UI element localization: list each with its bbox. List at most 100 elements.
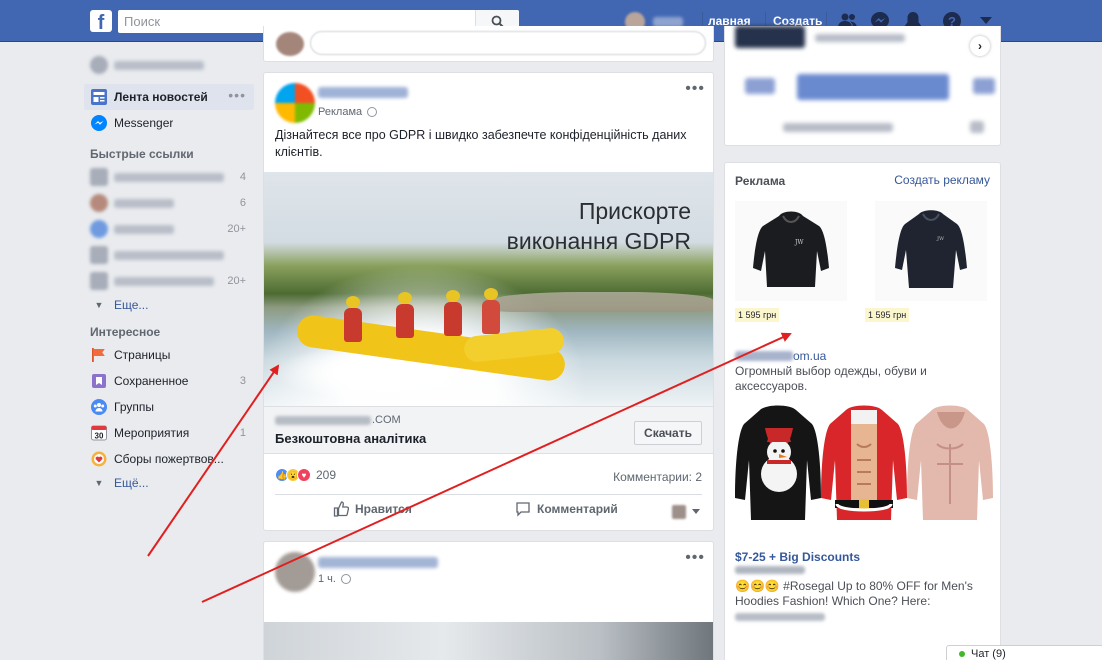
- ad-hoodies-image[interactable]: [735, 404, 993, 534]
- thumbs-up-icon: [333, 501, 349, 517]
- more-link-label: Ещё...: [114, 476, 149, 490]
- svg-text:JW: JW: [936, 236, 945, 242]
- like-button[interactable]: Нравится: [333, 501, 412, 517]
- sidebar-item-groups[interactable]: Группы: [84, 394, 254, 420]
- bookmark-icon: [90, 372, 108, 390]
- ad-domain-link[interactable]: om.ua: [735, 349, 826, 363]
- create-ad-link[interactable]: Создать рекламу: [894, 173, 990, 187]
- product-image[interactable]: JW: [875, 201, 987, 301]
- shortcut-icon: [90, 194, 108, 212]
- post-image[interactable]: [264, 622, 713, 660]
- shortcut-name-blurred: [114, 172, 224, 182]
- link-domain: .COM: [275, 414, 401, 426]
- sidebar-item-label: Лента новостей: [114, 90, 208, 104]
- shortcuts-heading: Быстрые ссылки: [90, 147, 194, 161]
- like-label: Нравится: [355, 502, 412, 516]
- love-reaction-icon: ♥: [297, 468, 311, 482]
- author-name-blurred[interactable]: [318, 557, 438, 568]
- blurred-button[interactable]: [797, 74, 949, 100]
- left-navigation: Лента новостей ••• Messenger Быстрые ссы…: [84, 50, 254, 494]
- download-button[interactable]: Скачать: [634, 421, 702, 445]
- comments-count[interactable]: Комментарии: 2: [613, 470, 702, 484]
- sidebar-item-shortcut[interactable]: 4: [84, 164, 254, 190]
- chevron-down-icon[interactable]: [692, 509, 700, 514]
- sidebar-item-label: Сборы пожертвов...: [114, 452, 224, 466]
- sidebar-item-shortcut[interactable]: 20+: [84, 268, 254, 294]
- shortcut-count: 4: [239, 171, 246, 183]
- blurred-icon: [970, 121, 984, 133]
- hoodie-snowman-image: [735, 404, 821, 534]
- sidebar-item-messenger[interactable]: Messenger: [84, 110, 254, 136]
- shortcut-icon: [90, 272, 108, 290]
- sidebar-item-events[interactable]: 30 Мероприятия 1: [84, 420, 254, 446]
- shortcut-icon: [90, 220, 108, 238]
- shortcut-count: 20+: [227, 275, 246, 287]
- ad-image-headline-line: виконання GDPR: [506, 228, 691, 254]
- link-preview[interactable]: .COM Безкоштовна аналітика Скачать: [264, 406, 713, 454]
- facebook-logo-icon[interactable]: f: [90, 10, 112, 32]
- product-price: 1 595 грн: [865, 308, 910, 322]
- rocks-shape: [494, 292, 713, 312]
- sidebar-item-shortcut[interactable]: 20+: [84, 216, 254, 242]
- rafter-figure: [444, 290, 462, 336]
- ad-image-headline: Прискорте виконання GDPR: [507, 196, 691, 256]
- ad-domain-blurred: [735, 351, 793, 361]
- post-options-icon[interactable]: •••: [685, 81, 705, 97]
- ad2-link-blurred: [735, 613, 825, 621]
- flag-icon: [90, 346, 108, 364]
- reactions-summary[interactable]: 👍 😮 ♥ 209: [275, 468, 336, 482]
- ads-heading: Реклама: [735, 174, 786, 188]
- events-count: 1: [239, 427, 246, 439]
- ad-image-headline-line: Прискорте: [578, 198, 691, 224]
- more-options-icon[interactable]: •••: [228, 87, 246, 103]
- more-link-label: Еще...: [114, 298, 149, 312]
- sponsored-post: Реклама ••• Дізнайтеся все про GDPR і шв…: [263, 72, 714, 531]
- sponsored-ads-panel: Реклама Создать рекламу JW JW 1 595 грн …: [724, 162, 1001, 660]
- right-top-card: ›: [724, 26, 1001, 146]
- comment-input[interactable]: [310, 31, 706, 55]
- post-text: Дізнайтеся все про GDPR і швидко забезпе…: [275, 128, 687, 159]
- shortcut-name-blurred: [114, 250, 224, 260]
- calendar-day: 30: [95, 432, 104, 441]
- fundraiser-icon: [90, 450, 108, 468]
- ad2-title[interactable]: $7-25 + Big Discounts: [735, 550, 860, 564]
- comment-label: Комментарий: [537, 502, 618, 516]
- comment-button[interactable]: Комментарий: [515, 501, 618, 517]
- product-price: 1 595 грн: [735, 308, 780, 322]
- shortcuts-more-link[interactable]: ▼ Еще...: [84, 294, 254, 316]
- sidebar-item-saved[interactable]: Сохраненное 3: [84, 368, 254, 394]
- chevron-right-icon[interactable]: ›: [970, 36, 990, 56]
- advertiser-name-blurred[interactable]: [318, 87, 408, 98]
- advertiser-avatar[interactable]: [275, 83, 315, 123]
- post-options-icon[interactable]: •••: [685, 550, 705, 566]
- profile-shortcut[interactable]: [84, 50, 254, 80]
- post-actions: Нравится Комментарий: [275, 494, 702, 528]
- shortcut-count: 20+: [227, 223, 246, 235]
- groups-icon: [90, 398, 108, 416]
- sidebar-item-shortcut[interactable]: [84, 242, 254, 268]
- globe-icon: [367, 107, 378, 117]
- rafter-figure: [396, 292, 414, 338]
- rafter-figure: [482, 288, 500, 334]
- chevron-down-icon: ▼: [94, 478, 104, 488]
- sidebar-item-fundraisers[interactable]: Сборы пожертвов...: [84, 446, 254, 472]
- post-timestamp[interactable]: 1 ч.: [318, 573, 336, 585]
- shortcut-icon: [90, 246, 108, 264]
- ad-domain-suffix: om.ua: [793, 349, 827, 363]
- profile-name-blurred: [114, 60, 204, 70]
- comment-composer-strip: [263, 26, 714, 62]
- ad2-domain-blurred: [735, 566, 805, 574]
- ad-image[interactable]: Прискорте виконання GDPR: [264, 172, 713, 406]
- explore-more-link[interactable]: ▼ Ещё...: [84, 472, 254, 494]
- chat-bar[interactable]: Чат (9): [946, 645, 1102, 660]
- product-image[interactable]: JW: [735, 201, 847, 301]
- sidebar-item-news-feed[interactable]: Лента новостей •••: [84, 84, 254, 110]
- avatar: [90, 56, 108, 74]
- sponsored-label[interactable]: Реклама: [318, 106, 362, 118]
- sidebar-item-label: Сохраненное: [114, 374, 189, 388]
- author-avatar[interactable]: [275, 552, 315, 592]
- chat-label: Чат (9): [971, 648, 1006, 660]
- sidebar-item-pages[interactable]: Страницы: [84, 342, 254, 368]
- shortcut-icon: [90, 168, 108, 186]
- sidebar-item-shortcut[interactable]: 6: [84, 190, 254, 216]
